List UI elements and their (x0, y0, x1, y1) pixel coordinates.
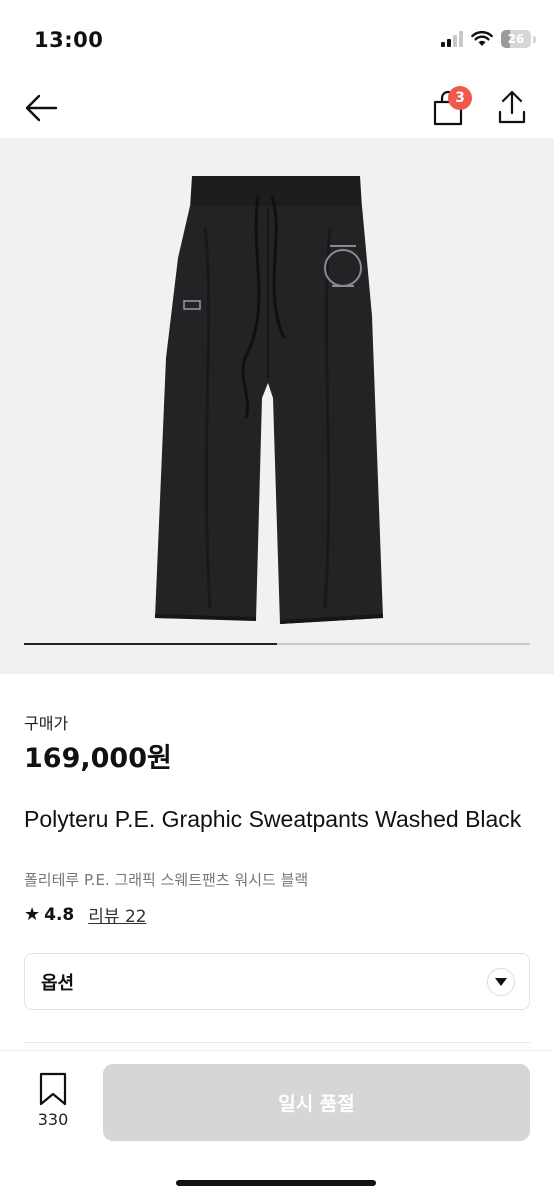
image-carousel-indicator (24, 643, 530, 645)
battery-icon: 26 (501, 30, 531, 48)
option-chevron-button[interactable] (487, 968, 515, 996)
soldout-button[interactable]: 일시 품절 (103, 1064, 530, 1141)
product-title: Polyteru P.E. Graphic Sweatpants Washed … (24, 806, 522, 832)
status-time: 13:00 (34, 28, 104, 52)
cart-count-badge: 3 (448, 86, 472, 110)
bookmark-icon (39, 1072, 67, 1106)
share-icon (498, 90, 526, 124)
home-indicator (176, 1180, 376, 1186)
rating-value: 4.8 (44, 904, 75, 925)
back-button[interactable] (22, 88, 62, 128)
product-image[interactable] (0, 138, 554, 674)
cart-button[interactable]: 3 (428, 86, 472, 130)
share-button[interactable] (494, 88, 534, 128)
triangle-down-icon (495, 978, 507, 986)
battery-level: 26 (507, 32, 525, 46)
option-label: 옵션 (41, 972, 75, 994)
price-value: 169,000원 (24, 743, 172, 774)
signal-icon (441, 31, 463, 47)
battery-tip (533, 35, 536, 43)
price-label: 구매가 (24, 714, 69, 733)
bookmark-button[interactable]: 330 (30, 1072, 76, 1132)
arrow-left-icon (25, 94, 58, 122)
carousel-progress (24, 643, 277, 645)
option-select[interactable]: 옵션 (24, 953, 530, 1010)
review-link[interactable]: 리뷰 22 (88, 902, 146, 927)
wifi-icon (471, 31, 493, 46)
star-icon: ★ (24, 904, 41, 925)
bookmark-count: 330 (37, 1110, 69, 1129)
bottom-bar-divider (0, 1050, 554, 1051)
section-divider (24, 1042, 530, 1043)
status-icons: 26 (441, 30, 536, 48)
product-subtitle: 폴리테루 P.E. 그래픽 스웨트팬츠 워시드 블랙 (24, 871, 309, 889)
rating-row: ★ 4.8 리뷰 22 (24, 902, 147, 927)
sweatpants-image (154, 176, 384, 624)
nav-bar: 3 (0, 80, 554, 138)
status-bar: 13:00 26 (0, 0, 554, 80)
